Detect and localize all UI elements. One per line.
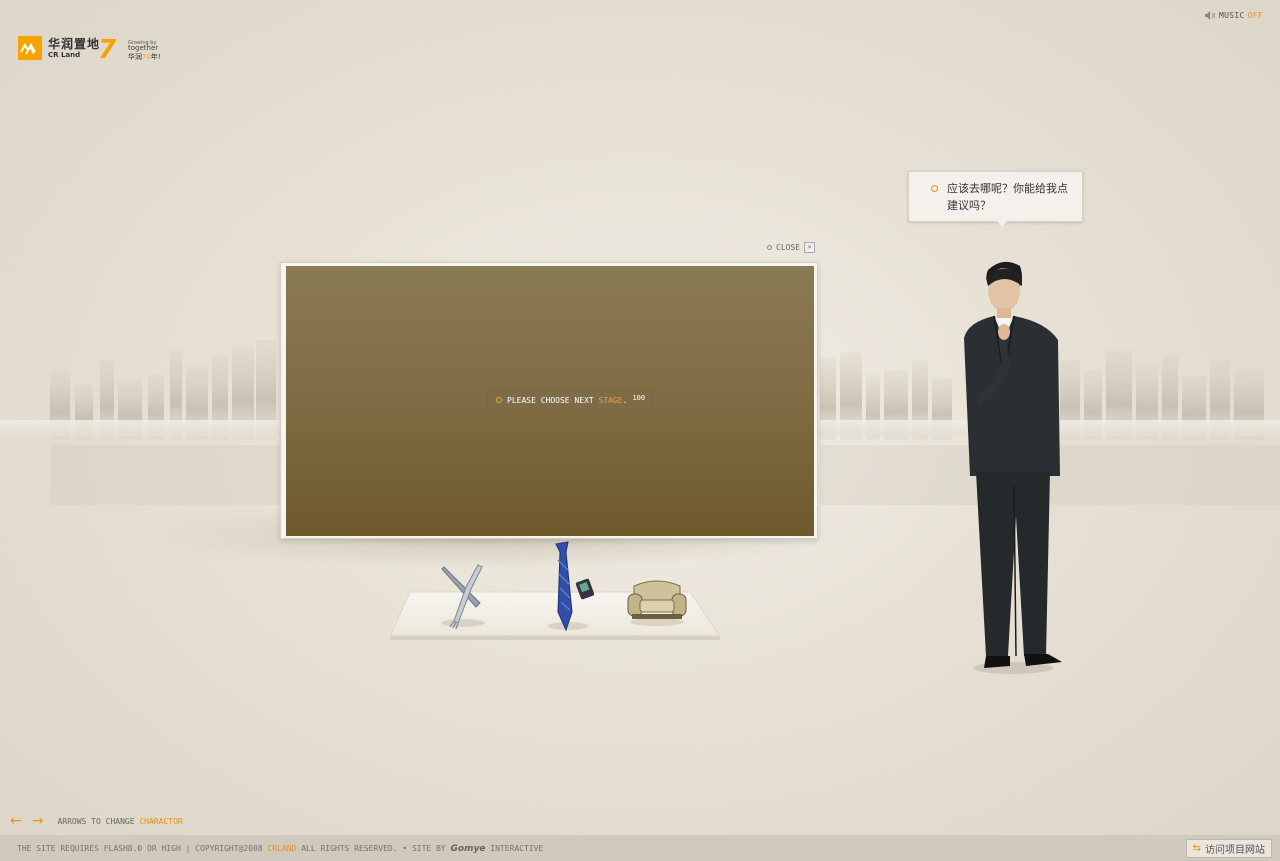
crland-logo[interactable]: 华润置地 CR Land bbox=[18, 36, 100, 60]
necktie-icon[interactable] bbox=[546, 540, 604, 634]
logo-name-cn: 华润置地 bbox=[48, 36, 101, 51]
bullet-ring-icon bbox=[931, 185, 938, 192]
music-state: OFF bbox=[1247, 11, 1263, 20]
anniversary-seven-mark: 7 bbox=[98, 35, 117, 65]
visit-project-site-button[interactable]: ⇆ 访问项目网站 bbox=[1185, 839, 1272, 858]
crland-logo-mark-icon bbox=[18, 36, 42, 60]
arrow-right-icon[interactable]: → bbox=[32, 814, 44, 828]
music-label: MUSIC bbox=[1219, 11, 1245, 20]
close-label: CLOSE bbox=[776, 243, 801, 252]
speech-text: 应该去哪呢？你能给我点建议吗？ bbox=[947, 182, 1068, 212]
flash-requirement: THE SITE REQUIRES FLASH8.0 OR HIGH bbox=[17, 844, 181, 853]
close-button[interactable]: CLOSE × bbox=[767, 242, 816, 253]
character-navigation: ← → ARROWS TO CHANGE CHARACTOR bbox=[10, 814, 183, 828]
stage-screen-frame: PLEASE CHOOSE NEXT STAGE. 100 bbox=[280, 262, 818, 539]
stage-prompt: PLEASE CHOOSE NEXT STAGE. 100 bbox=[488, 391, 652, 409]
speaker-icon bbox=[1205, 11, 1216, 20]
link-icon: ⇆ bbox=[1192, 843, 1201, 854]
copyright: COPYRIGHT@2008 CRLAND ALL RIGHTS RESERVE… bbox=[195, 844, 398, 853]
anniversary-cn-text: 华润70年! bbox=[128, 53, 161, 61]
sofa-icon[interactable] bbox=[626, 576, 688, 628]
anniversary-together-text: together bbox=[128, 44, 159, 52]
arrow-left-icon[interactable]: ← bbox=[10, 814, 22, 828]
logo-name-en: CR Land bbox=[48, 50, 81, 59]
stage-screen: PLEASE CHOOSE NEXT STAGE. 100 bbox=[286, 266, 814, 536]
character-businessman bbox=[964, 261, 1062, 674]
footer-text: THE SITE REQUIRES FLASH8.0 OR HIGH | COP… bbox=[17, 844, 544, 854]
visit-label: 访问项目网站 bbox=[1205, 845, 1265, 856]
close-icon: × bbox=[804, 242, 816, 253]
arrows-hint: ARROWS TO CHANGE CHARACTOR bbox=[57, 816, 183, 826]
anniversary-logo: 7 Growing by together 华润70年! bbox=[98, 36, 168, 66]
agency-link[interactable]: Gomye bbox=[451, 844, 486, 854]
stage-counter: 100 bbox=[632, 394, 646, 402]
fork-knife-icon[interactable] bbox=[436, 563, 490, 629]
footer: THE SITE REQUIRES FLASH8.0 OR HIGH | COP… bbox=[0, 835, 1280, 861]
stage-prompt-text: PLEASE CHOOSE NEXT STAGE. bbox=[507, 395, 628, 405]
speech-bubble: 应该去哪呢？你能给我点建议吗？ bbox=[908, 171, 1083, 227]
music-toggle[interactable]: MUSIC OFF bbox=[1205, 11, 1263, 20]
bullet-ring-icon bbox=[767, 245, 772, 250]
bullet-ring-icon bbox=[496, 397, 502, 403]
